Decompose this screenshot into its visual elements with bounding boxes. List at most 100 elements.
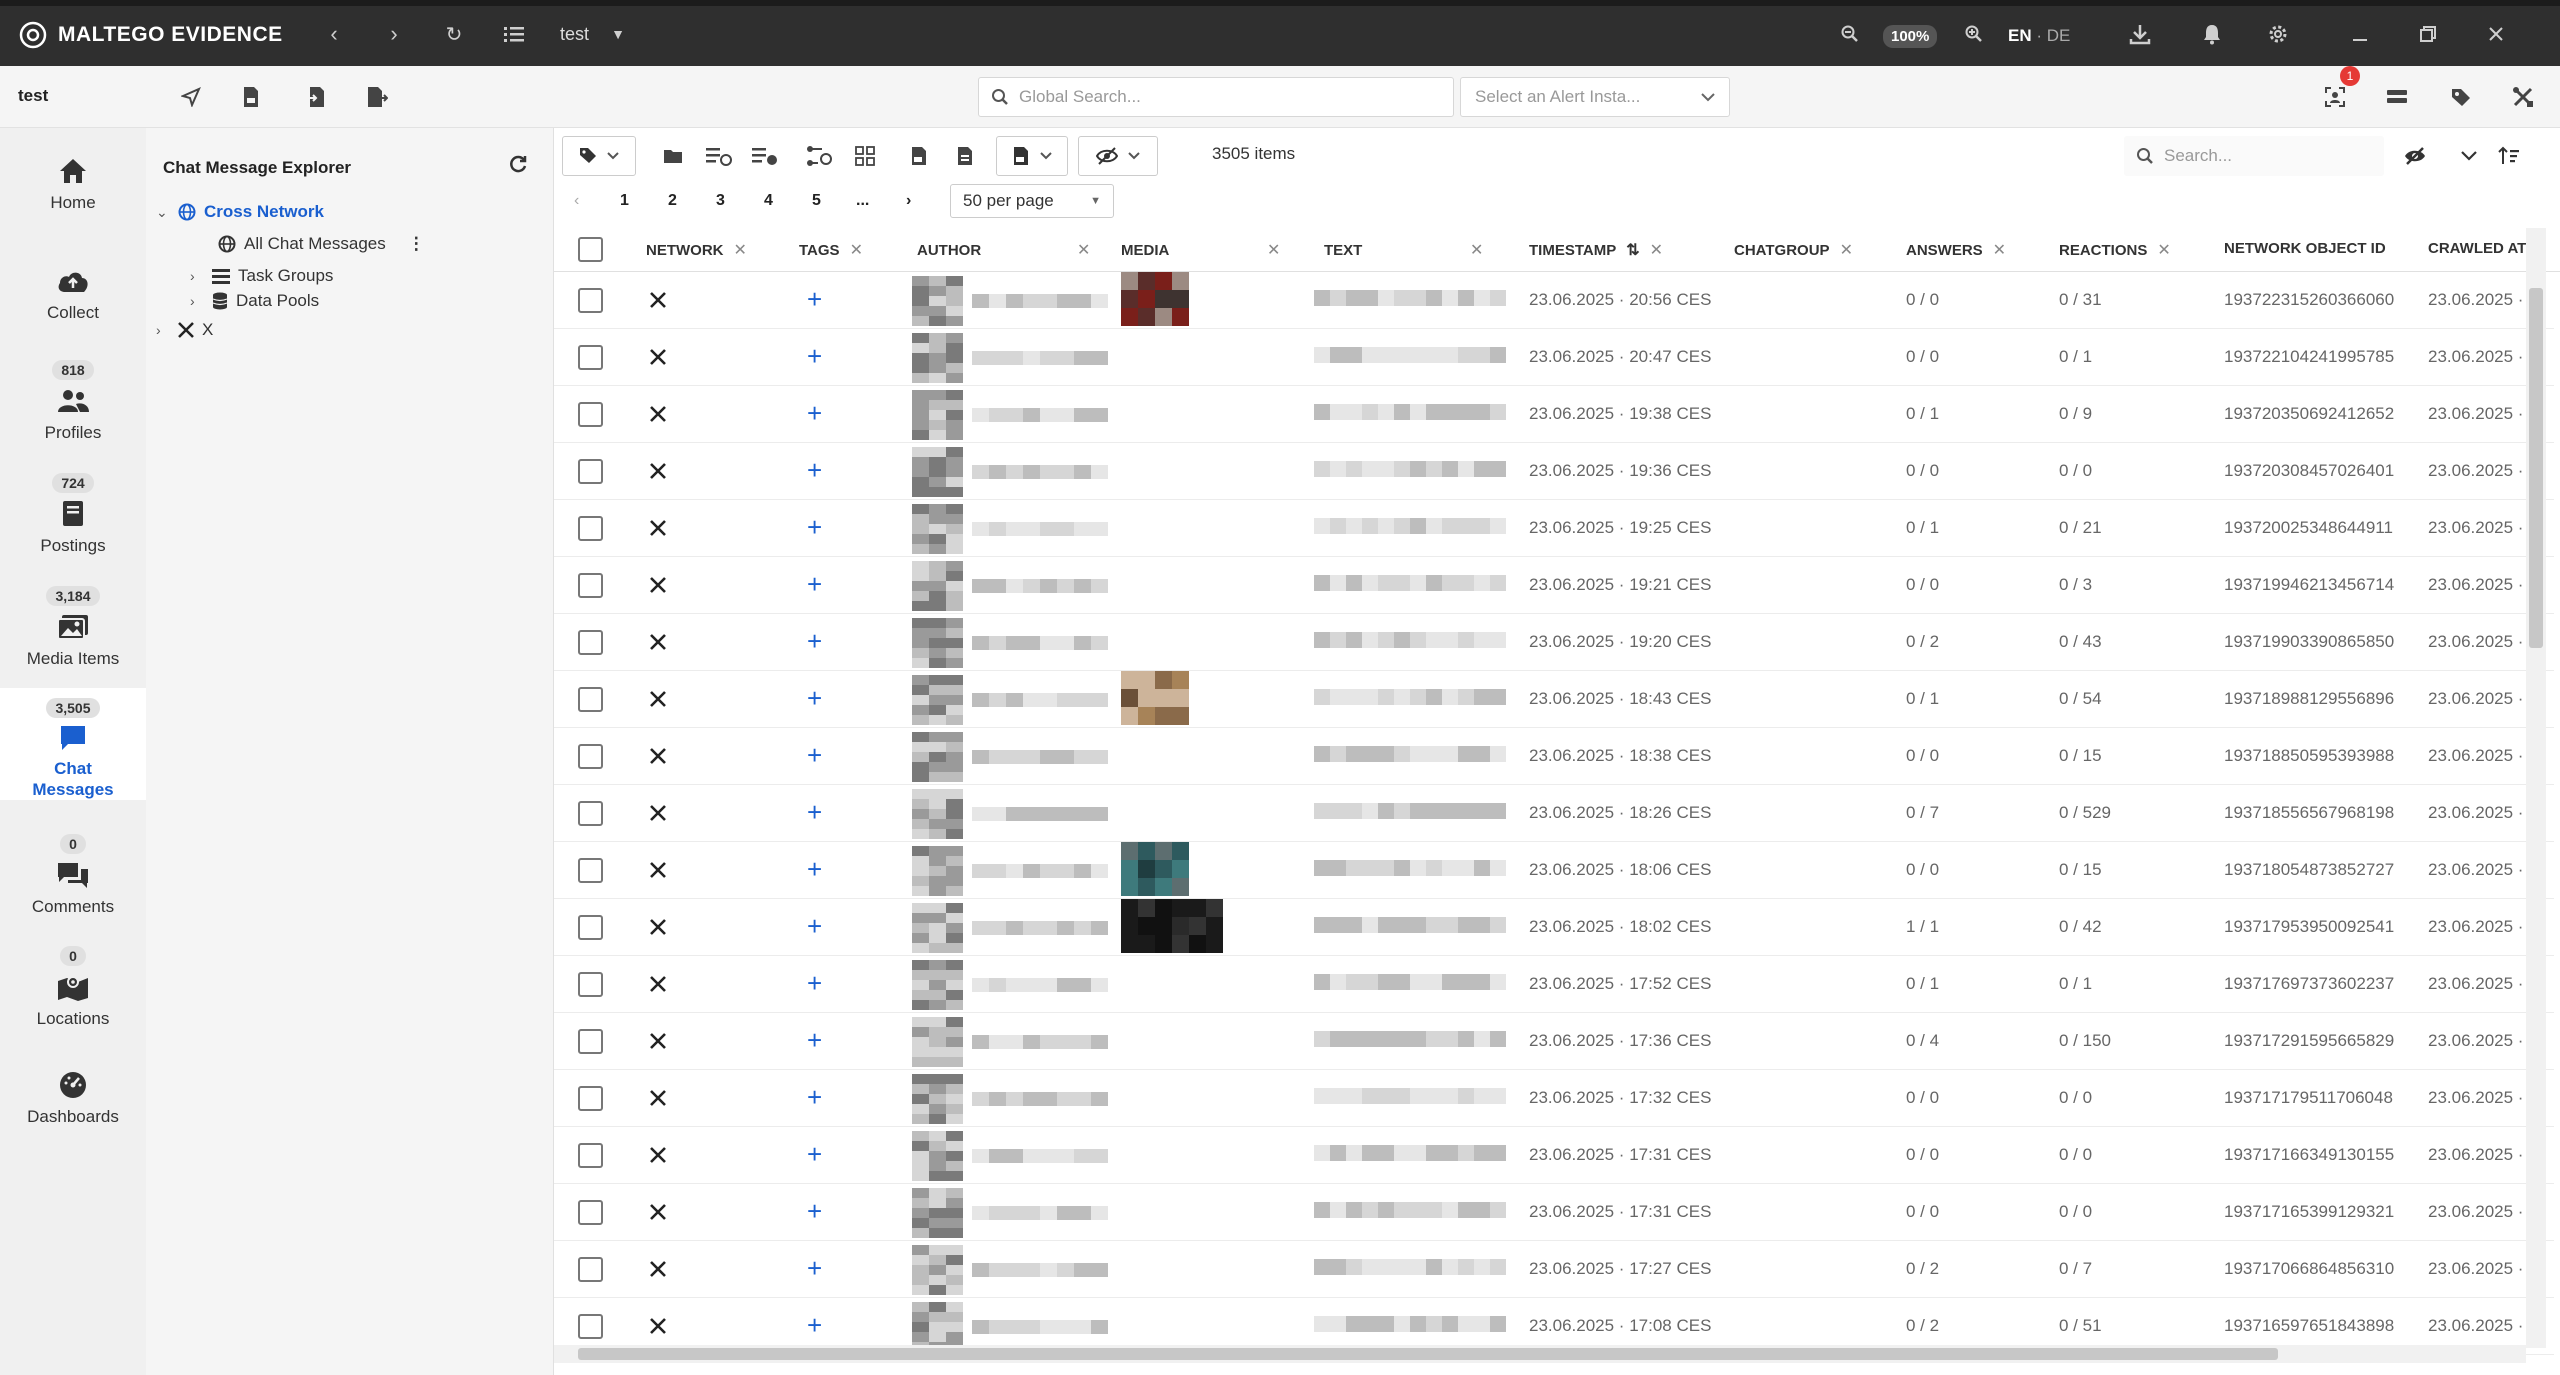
column-author[interactable]: AUTHOR ✕ (917, 240, 1090, 260)
page-2[interactable]: 2 (668, 192, 677, 210)
row-checkbox[interactable] (578, 345, 603, 370)
project-selector[interactable]: test (560, 24, 589, 45)
column-answers[interactable]: ANSWERS ✕ (1906, 240, 2006, 260)
bell-icon[interactable] (2198, 20, 2226, 48)
sort-asc-icon[interactable]: ⇅ (1626, 240, 1639, 260)
scrollbar-thumb[interactable] (2529, 288, 2543, 648)
author-avatar-blurred[interactable] (912, 1074, 1108, 1124)
visibility-dropdown-button[interactable] (1078, 136, 1158, 176)
tag-dropdown-button[interactable] (562, 136, 636, 176)
nav-collect[interactable]: Collect (0, 264, 146, 323)
column-network[interactable]: NETWORK ✕ (646, 240, 747, 260)
add-tag-button[interactable]: + (807, 797, 822, 828)
author-avatar-blurred[interactable] (912, 789, 1108, 839)
add-tag-button[interactable]: + (807, 1025, 822, 1056)
author-avatar-blurred[interactable] (912, 846, 1108, 896)
table-row[interactable]: +23.06.2025 · 17:31 CES 0 / 0 0 / 0 1937171… (554, 1184, 2554, 1241)
column-chatgroup[interactable]: CHATGROUP ✕ (1734, 240, 1853, 260)
table-row[interactable]: +23.06.2025 · 20:56 CES 0 / 0 0 / 31 193722… (554, 272, 2554, 329)
author-avatar-blurred[interactable] (912, 675, 1108, 725)
row-checkbox[interactable] (578, 1200, 603, 1225)
horizontal-scrollbar[interactable] (554, 1345, 2526, 1363)
lang-en[interactable]: EN (2008, 26, 2032, 45)
global-search-input[interactable]: Global Search... (978, 77, 1454, 117)
zoom-in-icon[interactable] (1960, 20, 1988, 48)
grid-search-input[interactable]: Search... (2124, 136, 2384, 176)
column-timestamp[interactable]: TIMESTAMP ⇅ ✕ (1529, 240, 1663, 260)
author-avatar-blurred[interactable] (912, 1245, 1108, 1295)
grid-view-icon[interactable] (850, 142, 880, 170)
page-ellipsis[interactable]: ... (856, 192, 869, 210)
author-avatar-blurred[interactable] (912, 1131, 1108, 1181)
row-checkbox[interactable] (578, 1314, 603, 1339)
row-checkbox[interactable] (578, 1086, 603, 1111)
row-checkbox[interactable] (578, 972, 603, 997)
remove-column-icon[interactable]: ✕ (1650, 240, 1663, 260)
author-avatar-blurred[interactable] (912, 276, 1108, 326)
tree-task-groups[interactable]: › Task Groups (190, 266, 333, 286)
relations-icon[interactable] (804, 142, 834, 170)
chevron-right-icon[interactable]: › (156, 322, 170, 338)
remove-column-icon[interactable]: ✕ (2157, 240, 2170, 260)
face-scan-icon[interactable] (2320, 82, 2350, 112)
row-checkbox[interactable] (578, 1257, 603, 1282)
add-tag-button[interactable]: + (807, 284, 822, 315)
add-tag-button[interactable]: + (807, 1082, 822, 1113)
add-tag-button[interactable]: + (807, 683, 822, 714)
list-remove-icon[interactable] (750, 142, 780, 170)
remove-column-icon[interactable]: ✕ (1840, 240, 1853, 260)
row-checkbox[interactable] (578, 630, 603, 655)
table-row[interactable]: +23.06.2025 · 17:27 CES 0 / 2 0 / 7 1937170… (554, 1241, 2554, 1298)
minimize-icon[interactable] (2346, 20, 2374, 48)
author-avatar-blurred[interactable] (912, 1017, 1108, 1067)
per-page-select[interactable]: 50 per page ▼ (950, 184, 1114, 218)
author-avatar-blurred[interactable] (912, 333, 1108, 383)
sort-icon[interactable] (2494, 142, 2524, 170)
table-row[interactable]: +23.06.2025 · 18:02 CES 1 / 1 0 / 42 193717… (554, 899, 2554, 956)
nav-chat-messages[interactable]: 3,505 Chat Messages (0, 688, 146, 800)
add-tag-button[interactable]: + (807, 1253, 822, 1284)
tools-icon[interactable] (2508, 82, 2538, 112)
table-row[interactable]: +23.06.2025 · 19:36 CES 0 / 0 0 / 0 1937203… (554, 443, 2554, 500)
settings-gear-icon[interactable] (2264, 20, 2292, 48)
forward-icon[interactable]: › (380, 20, 408, 48)
author-avatar-blurred[interactable] (912, 447, 1108, 497)
restore-icon[interactable] (2414, 20, 2442, 48)
add-tag-button[interactable]: + (807, 1310, 822, 1341)
refresh-icon[interactable]: ↻ (440, 20, 468, 48)
back-icon[interactable]: ‹ (320, 20, 348, 48)
page-3[interactable]: 3 (716, 192, 725, 210)
alert-instance-select[interactable]: Select an Alert Insta... (1460, 77, 1730, 117)
nav-home[interactable]: Home (0, 154, 146, 213)
table-row[interactable]: +23.06.2025 · 18:43 CES 0 / 1 0 / 54 193718… (554, 671, 2554, 728)
row-checkbox[interactable] (578, 687, 603, 712)
nav-profiles[interactable]: 818 Profiles (0, 360, 146, 443)
table-row[interactable]: +23.06.2025 · 19:20 CES 0 / 2 0 / 43 193719… (554, 614, 2554, 671)
close-icon[interactable] (2482, 20, 2510, 48)
row-checkbox[interactable] (578, 801, 603, 826)
row-checkbox[interactable] (578, 858, 603, 883)
row-checkbox[interactable] (578, 516, 603, 541)
remove-column-icon[interactable]: ✕ (1993, 240, 2006, 260)
table-row[interactable]: +23.06.2025 · 17:52 CES 0 / 1 0 / 1 1937176… (554, 956, 2554, 1013)
add-tag-button[interactable]: + (807, 968, 822, 999)
nav-dashboards[interactable]: Dashboards (0, 1068, 146, 1127)
column-tags[interactable]: TAGS ✕ (799, 240, 863, 260)
tree-data-pools[interactable]: › Data Pools (190, 291, 319, 311)
table-row[interactable]: +23.06.2025 · 19:38 CES 0 / 1 0 / 9 1937203… (554, 386, 2554, 443)
add-tag-button[interactable]: + (807, 512, 822, 543)
chevron-right-icon[interactable]: › (190, 293, 204, 309)
chevron-down-icon[interactable]: ⌄ (156, 204, 170, 221)
row-checkbox[interactable] (578, 459, 603, 484)
storage-icon[interactable] (2382, 82, 2412, 112)
page-next-icon[interactable]: › (906, 192, 911, 210)
list-icon[interactable] (500, 20, 528, 48)
row-checkbox[interactable] (578, 744, 603, 769)
table-row[interactable]: +23.06.2025 · 19:25 CES 0 / 1 0 / 21 193720… (554, 500, 2554, 557)
table-row[interactable]: +23.06.2025 · 19:21 CES 0 / 0 0 / 3 1937199… (554, 557, 2554, 614)
remove-column-icon[interactable]: ✕ (734, 240, 747, 260)
more-options-icon[interactable]: ⋮ (408, 234, 425, 254)
table-row[interactable]: +23.06.2025 · 18:38 CES 0 / 0 0 / 15 193718… (554, 728, 2554, 785)
add-tag-button[interactable]: + (807, 341, 822, 372)
project-dropdown-icon[interactable]: ▼ (604, 20, 632, 48)
